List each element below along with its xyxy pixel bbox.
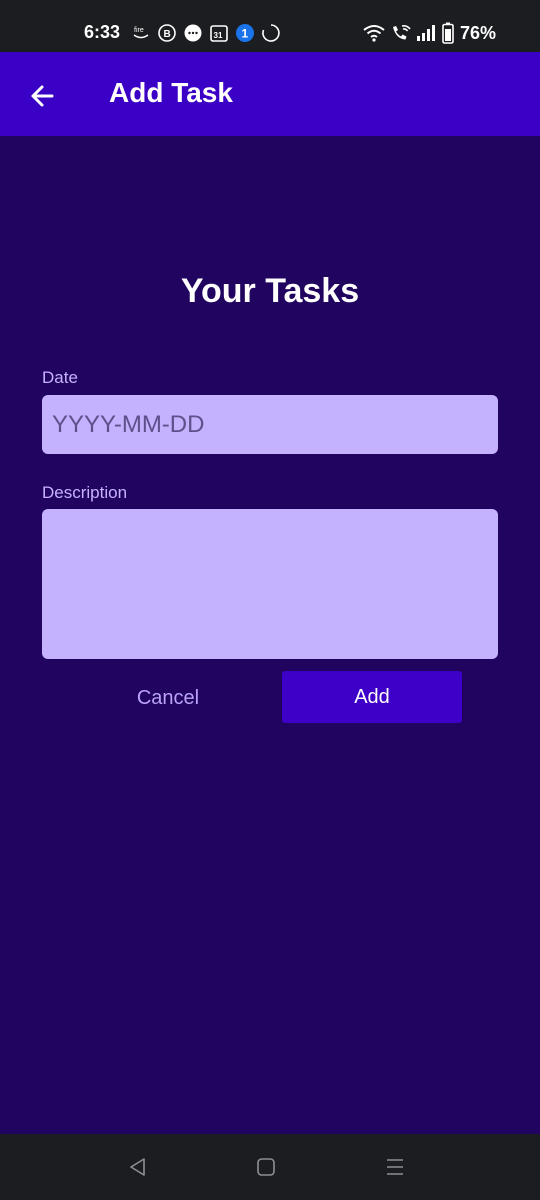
back-button[interactable]: [22, 76, 62, 116]
battery-percent: 76%: [459, 22, 496, 43]
status-bar: 6:33 fire B 31 1 76%: [0, 0, 540, 52]
svg-text:B: B: [164, 29, 171, 40]
chat-bubble-icon: [184, 24, 202, 42]
recents-menu-icon: [387, 1159, 403, 1175]
b-circle-icon: B: [158, 24, 176, 42]
svg-text:31: 31: [214, 31, 223, 40]
date-label: Date: [42, 368, 78, 387]
firetv-icon: fire: [133, 27, 149, 39]
date-input[interactable]: [42, 395, 498, 454]
arrow-left-icon: [31, 85, 54, 107]
signal-icon: [416, 25, 435, 41]
system-icons: 76%: [362, 22, 496, 44]
battery-icon: [442, 22, 454, 44]
description-input[interactable]: [42, 509, 498, 659]
one-badge-icon: 1: [236, 24, 254, 42]
nav-home-button[interactable]: [252, 1154, 280, 1180]
notification-icons: fire B 31 1: [131, 23, 281, 43]
svg-text:1: 1: [242, 27, 249, 41]
wifi-call-icon: [392, 25, 411, 40]
nav-back-button[interactable]: [124, 1154, 152, 1180]
wifi-icon: [363, 25, 385, 42]
app-bar: Add Task: [0, 52, 540, 136]
calendar-31-icon: 31: [210, 25, 228, 42]
svg-text:fire: fire: [134, 27, 144, 34]
add-button[interactable]: Add: [282, 671, 462, 723]
page-title: Add Task: [109, 77, 233, 108]
form-heading: Your Tasks: [180, 272, 360, 310]
status-time: 6:33: [84, 22, 121, 42]
back-triangle-icon: [130, 1158, 145, 1176]
description-label: Description: [42, 483, 128, 502]
system-nav-bar: [0, 1134, 540, 1200]
nav-recents-button[interactable]: [381, 1154, 409, 1180]
home-square-icon: [257, 1158, 275, 1176]
cancel-button[interactable]: Cancel: [88, 672, 248, 724]
loading-ring-icon: [262, 24, 280, 42]
